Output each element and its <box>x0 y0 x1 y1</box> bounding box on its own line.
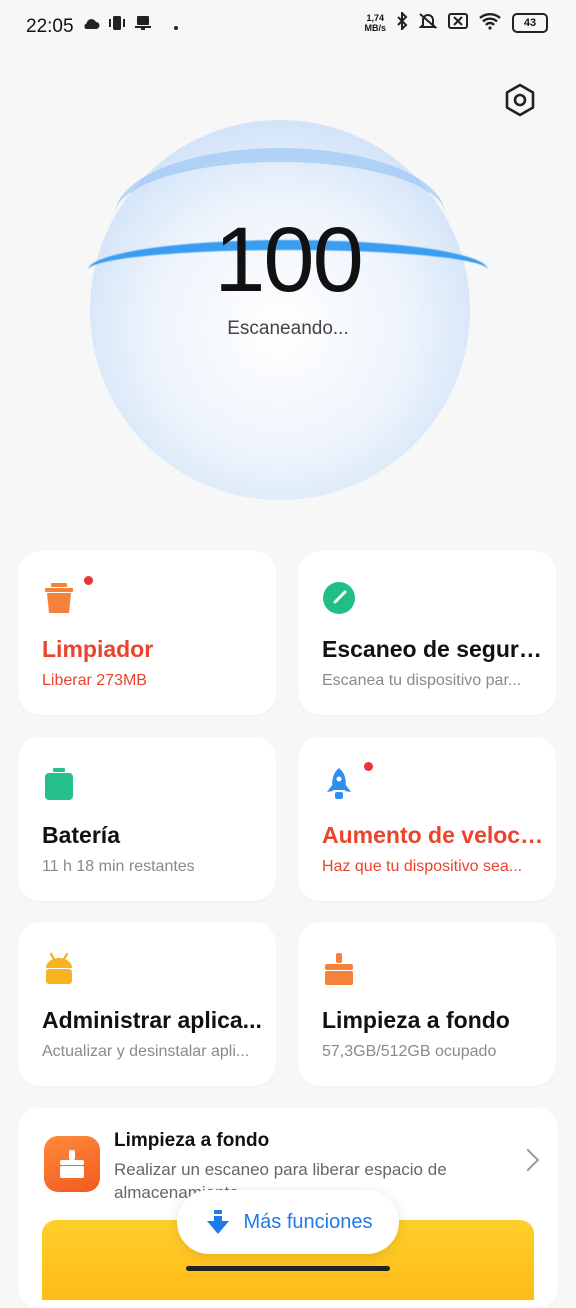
trash-icon <box>45 583 73 613</box>
settings-button[interactable] <box>502 82 538 118</box>
card-title: Aumento de veloci... <box>322 822 544 848</box>
status-bar: 22:05 1,74 MB/s 43 <box>0 0 576 52</box>
dot-icon <box>174 17 178 35</box>
sim-icon <box>448 13 468 32</box>
card-subtitle: Escanea tu dispositivo par... <box>322 672 522 689</box>
clock: 22:05 <box>26 16 74 37</box>
gear-icon <box>505 83 535 117</box>
scan-status: Escaneando... <box>227 318 349 339</box>
card-title: Limpiador <box>42 636 154 662</box>
card-subtitle: 11 h 18 min restantes <box>42 858 195 875</box>
scan-globe <box>70 100 500 530</box>
card-title: Limpieza a fondo <box>322 1007 510 1033</box>
score-value: 100 <box>214 209 364 311</box>
card-subtitle: Actualizar y desinstalar apli... <box>42 1043 250 1060</box>
android-icon <box>46 952 72 984</box>
security-icon <box>323 582 355 614</box>
card-title: Escaneo de seguri... <box>322 636 544 662</box>
alert-dot <box>84 576 93 585</box>
home-indicator[interactable] <box>186 1266 390 1271</box>
broom-icon <box>325 953 353 985</box>
broom-icon <box>44 1136 100 1192</box>
card-subtitle: Liberar 273MB <box>42 672 147 689</box>
more-functions-label: Más funciones <box>243 1210 373 1233</box>
card-subtitle: 57,3GB/512GB ocupado <box>322 1043 497 1060</box>
network-speed: 1,74 MB/s <box>364 12 386 33</box>
battery-icon <box>45 768 73 800</box>
card-deep-clean[interactable]: Limpieza a fondo 57,3GB/512GB ocupado <box>298 922 556 1086</box>
bluetooth-icon <box>396 10 408 33</box>
card-manage-apps[interactable]: Administrar aplica... Actualizar y desin… <box>18 922 276 1086</box>
arrow-down-icon <box>206 1210 229 1234</box>
vibrate-icon <box>108 15 126 36</box>
card-title: Administrar aplica... <box>42 1007 262 1033</box>
card-security-scan[interactable]: Escaneo de seguri... Escanea tu disposit… <box>298 551 556 715</box>
notification-icon <box>134 15 152 36</box>
chevron-right-icon <box>516 1148 540 1172</box>
card-cleaner[interactable]: Limpiador Liberar 273MB <box>18 551 276 715</box>
rocket-icon <box>327 768 351 799</box>
card-battery[interactable]: Batería 11 h 18 min restantes <box>18 737 276 901</box>
silent-icon <box>418 12 438 33</box>
cloud-icon <box>82 17 100 35</box>
card-speed-boost[interactable]: Aumento de veloci... Haz que tu disposit… <box>298 737 556 901</box>
battery-icon: 43 <box>512 12 548 33</box>
promo-title: Limpieza a fondo <box>114 1130 270 1151</box>
wifi-icon <box>478 12 502 33</box>
more-functions-button[interactable]: Más funciones <box>177 1190 399 1254</box>
alert-dot <box>364 762 373 771</box>
card-title: Batería <box>42 822 120 848</box>
card-subtitle: Haz que tu dispositivo sea... <box>322 858 523 875</box>
